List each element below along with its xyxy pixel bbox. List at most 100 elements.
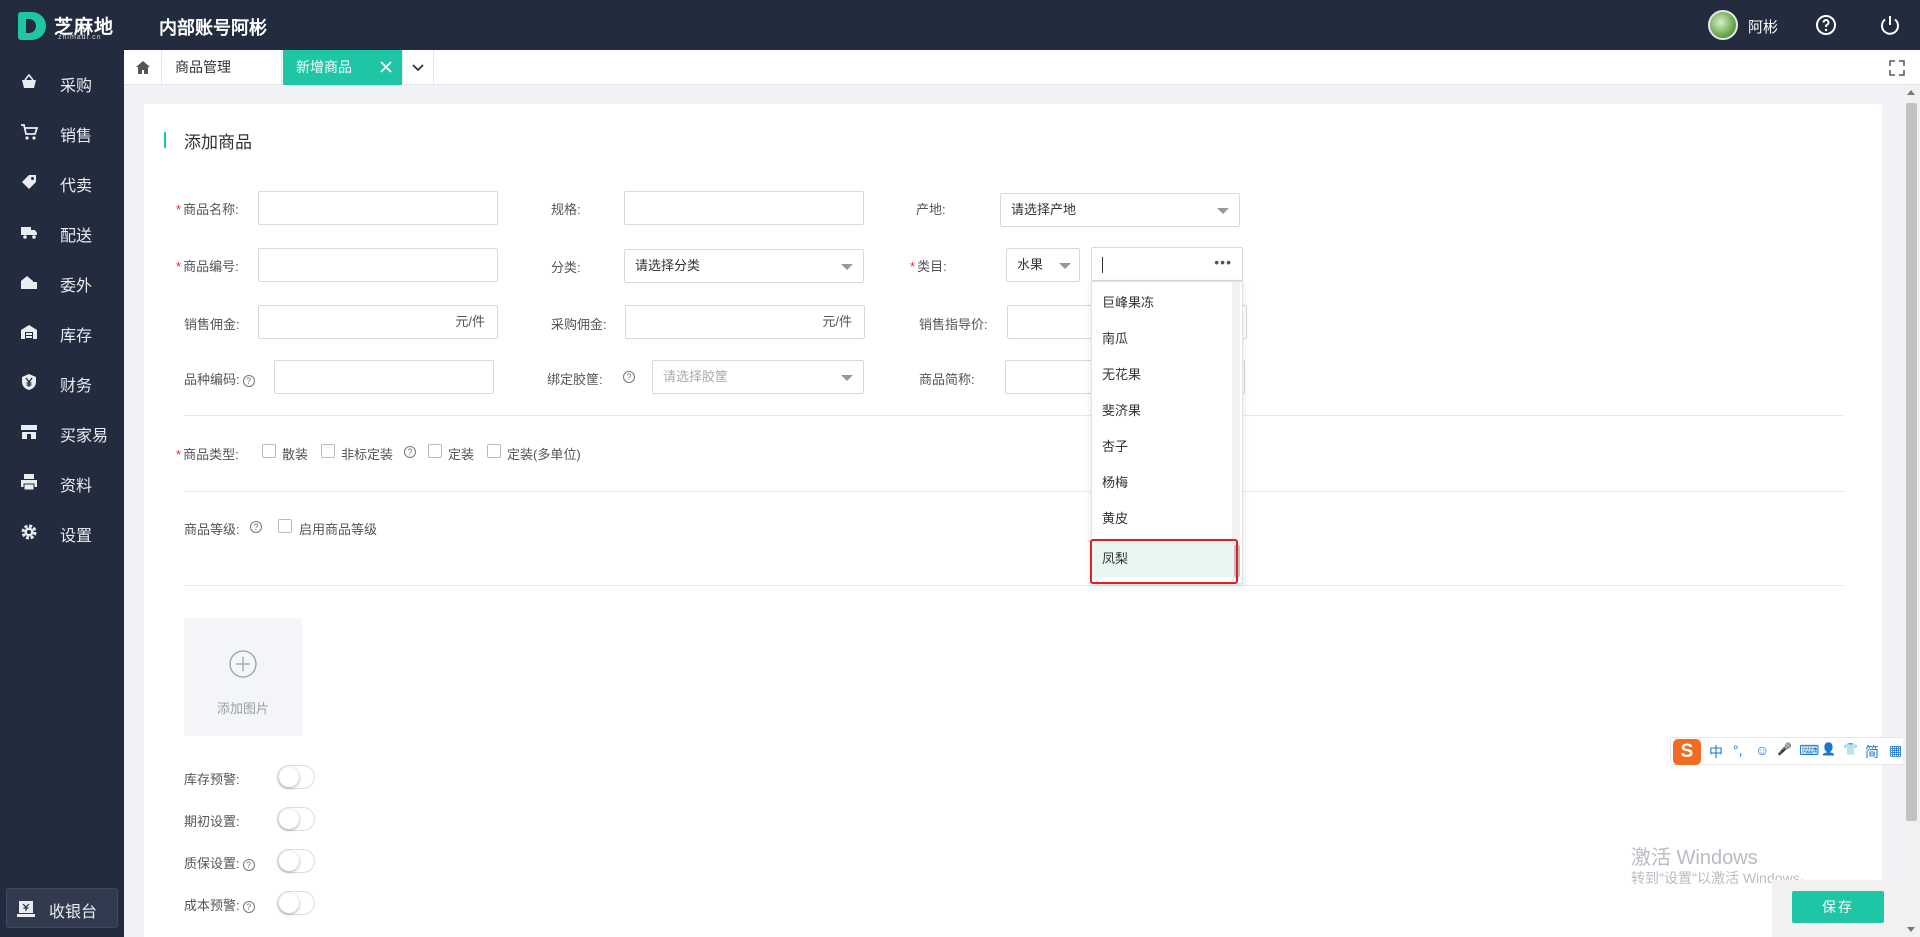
tab-more-button[interactable]: [402, 50, 434, 85]
buy-commission-input[interactable]: 元/件: [625, 305, 865, 339]
sidebar-item-consign[interactable]: 代卖: [0, 162, 124, 202]
category-select[interactable]: 请选择分类: [624, 249, 864, 283]
type-nonstandard-checkbox[interactable]: [321, 444, 335, 458]
sogou-logo-icon[interactable]: S: [1673, 739, 1701, 765]
dropdown-option[interactable]: 无花果: [1092, 357, 1232, 393]
ime-voice-icon[interactable]: 🎤: [1777, 742, 1792, 756]
app-logo[interactable]: 芝麻地 zhimadi.cn: [18, 10, 122, 42]
help-icon[interactable]: ?: [404, 446, 416, 458]
divider: [184, 491, 1844, 492]
warranty-setting-toggle[interactable]: [277, 849, 315, 873]
help-icon[interactable]: ?: [242, 858, 255, 871]
bind-basket-select[interactable]: 请选择胶筐: [652, 360, 864, 394]
sidebar-item-delivery[interactable]: 配送: [0, 212, 124, 252]
help-icon[interactable]: ?: [242, 900, 255, 913]
stock-warning-toggle[interactable]: [277, 765, 315, 789]
logo-subtext: zhimadi.cn: [58, 34, 102, 41]
cost-warning-toggle[interactable]: [277, 891, 315, 915]
type-fixed-label: 定装: [448, 447, 475, 462]
sidebar-item-purchase[interactable]: 采购: [0, 62, 124, 102]
sidebar-item-settings[interactable]: 设置: [0, 512, 124, 552]
sidebar-item-label: 采购: [60, 78, 93, 95]
scroll-up-icon[interactable]: [1907, 90, 1915, 95]
gear-icon: [21, 524, 37, 540]
help-icon[interactable]: ?: [250, 521, 262, 533]
sidebar-item-data[interactable]: 资料: [0, 462, 124, 502]
sidebar-item-inventory[interactable]: 库存: [0, 312, 124, 352]
avatar[interactable]: [1708, 10, 1738, 40]
cart-icon: [21, 124, 38, 140]
sidebar-item-label: 委外: [60, 278, 93, 295]
footer-actions: 保存: [1772, 880, 1896, 937]
scroll-down-icon[interactable]: [1907, 927, 1915, 932]
ime-skin-icon[interactable]: 👕: [1843, 742, 1858, 756]
dropdown-option[interactable]: 巨峰果冻: [1092, 285, 1232, 321]
cost-warning-label: 成本预警:?: [184, 895, 255, 914]
page-title: 添加商品: [164, 128, 252, 153]
power-icon[interactable]: [1878, 13, 1902, 37]
type-bulk-checkbox[interactable]: [262, 444, 276, 458]
ime-emoji-icon[interactable]: ☺: [1755, 742, 1769, 758]
sidebar-item-outsource[interactable]: 委外: [0, 262, 124, 302]
variety-code-label: 品种编码:?: [184, 369, 255, 388]
dropdown-option[interactable]: 黄皮: [1092, 501, 1232, 537]
product-code-input[interactable]: [258, 248, 498, 282]
dropdown-option[interactable]: 杏子: [1092, 429, 1232, 465]
tab-add-product[interactable]: 新增商品: [283, 50, 402, 85]
initial-setting-toggle[interactable]: [277, 807, 315, 831]
help-icon[interactable]: [1814, 13, 1838, 37]
type-fixed-multi-checkbox[interactable]: [487, 444, 501, 458]
tab-product-management[interactable]: 商品管理: [162, 50, 282, 85]
help-icon[interactable]: ?: [623, 371, 635, 383]
sidebar-item-finance[interactable]: 财务: [0, 362, 124, 402]
sidebar-item-sales[interactable]: 销售: [0, 112, 124, 152]
ime-keyboard-icon[interactable]: ⌨: [1799, 742, 1819, 759]
sidebar-item-buyer[interactable]: 买家易: [0, 412, 124, 452]
help-icon[interactable]: ?: [242, 374, 255, 387]
page-scrollbar[interactable]: [1903, 85, 1920, 937]
add-image-label: 添加图片: [216, 701, 269, 716]
class-select[interactable]: 水果: [1006, 248, 1080, 282]
logo-mark-icon: [18, 12, 46, 40]
stock-warning-label: 库存预警:: [184, 772, 240, 787]
page-scroll-thumb[interactable]: [1906, 103, 1917, 821]
more-dots-icon[interactable]: •••: [1214, 254, 1232, 270]
ime-simplified-toggle[interactable]: 简: [1865, 742, 1879, 762]
origin-select[interactable]: 请选择产地: [1000, 193, 1240, 227]
divider: [184, 585, 1844, 586]
caret-down-icon: [1217, 208, 1229, 214]
user-name[interactable]: 阿彬: [1748, 16, 1778, 37]
ime-user-icon[interactable]: 👤: [1821, 742, 1836, 756]
tag-icon: [22, 175, 36, 189]
plus-circle-icon: [229, 650, 257, 678]
ime-lang-toggle[interactable]: 中: [1709, 742, 1723, 762]
ime-punct-icon[interactable]: °,: [1733, 742, 1743, 758]
variety-code-input[interactable]: [274, 360, 494, 394]
dropdown-option[interactable]: 杨梅: [1092, 465, 1232, 501]
sale-commission-label: 销售佣金:: [184, 317, 240, 332]
dropdown-scrollbar[interactable]: [1232, 282, 1240, 578]
sidebar-item-label: 买家易: [60, 428, 109, 445]
grade-enable-checkbox[interactable]: [278, 519, 292, 533]
close-icon[interactable]: [378, 59, 394, 75]
outsource-icon: [21, 276, 37, 289]
save-button[interactable]: 保存: [1792, 891, 1884, 923]
product-name-input[interactable]: [258, 191, 498, 225]
content-card: 添加商品 * 商品名称: 规格: 产地: 请选择产地 * 商品编号: 分类: 请选择…: [144, 104, 1882, 937]
sale-commission-input[interactable]: 元/件: [258, 305, 498, 339]
product-name-label: * 商品名称:: [176, 202, 239, 217]
tab-home[interactable]: [124, 50, 162, 85]
dropdown-option[interactable]: 南瓜: [1092, 321, 1232, 357]
dropdown-option[interactable]: 斐济果: [1092, 393, 1232, 429]
fullscreen-icon[interactable]: [1888, 59, 1906, 77]
buy-commission-label: 采购佣金:: [551, 317, 607, 332]
add-image-button[interactable]: 添加图片: [184, 618, 302, 736]
ime-menu-icon[interactable]: ▦: [1889, 742, 1902, 759]
spec-input[interactable]: [624, 191, 864, 225]
text-cursor: [1102, 257, 1103, 273]
subcategory-input[interactable]: •••: [1091, 247, 1243, 281]
highlight-box: [1090, 539, 1238, 584]
sidebar-item-label: 代卖: [60, 178, 93, 195]
type-fixed-checkbox[interactable]: [428, 444, 442, 458]
cashier-button[interactable]: 收银台: [6, 888, 118, 928]
